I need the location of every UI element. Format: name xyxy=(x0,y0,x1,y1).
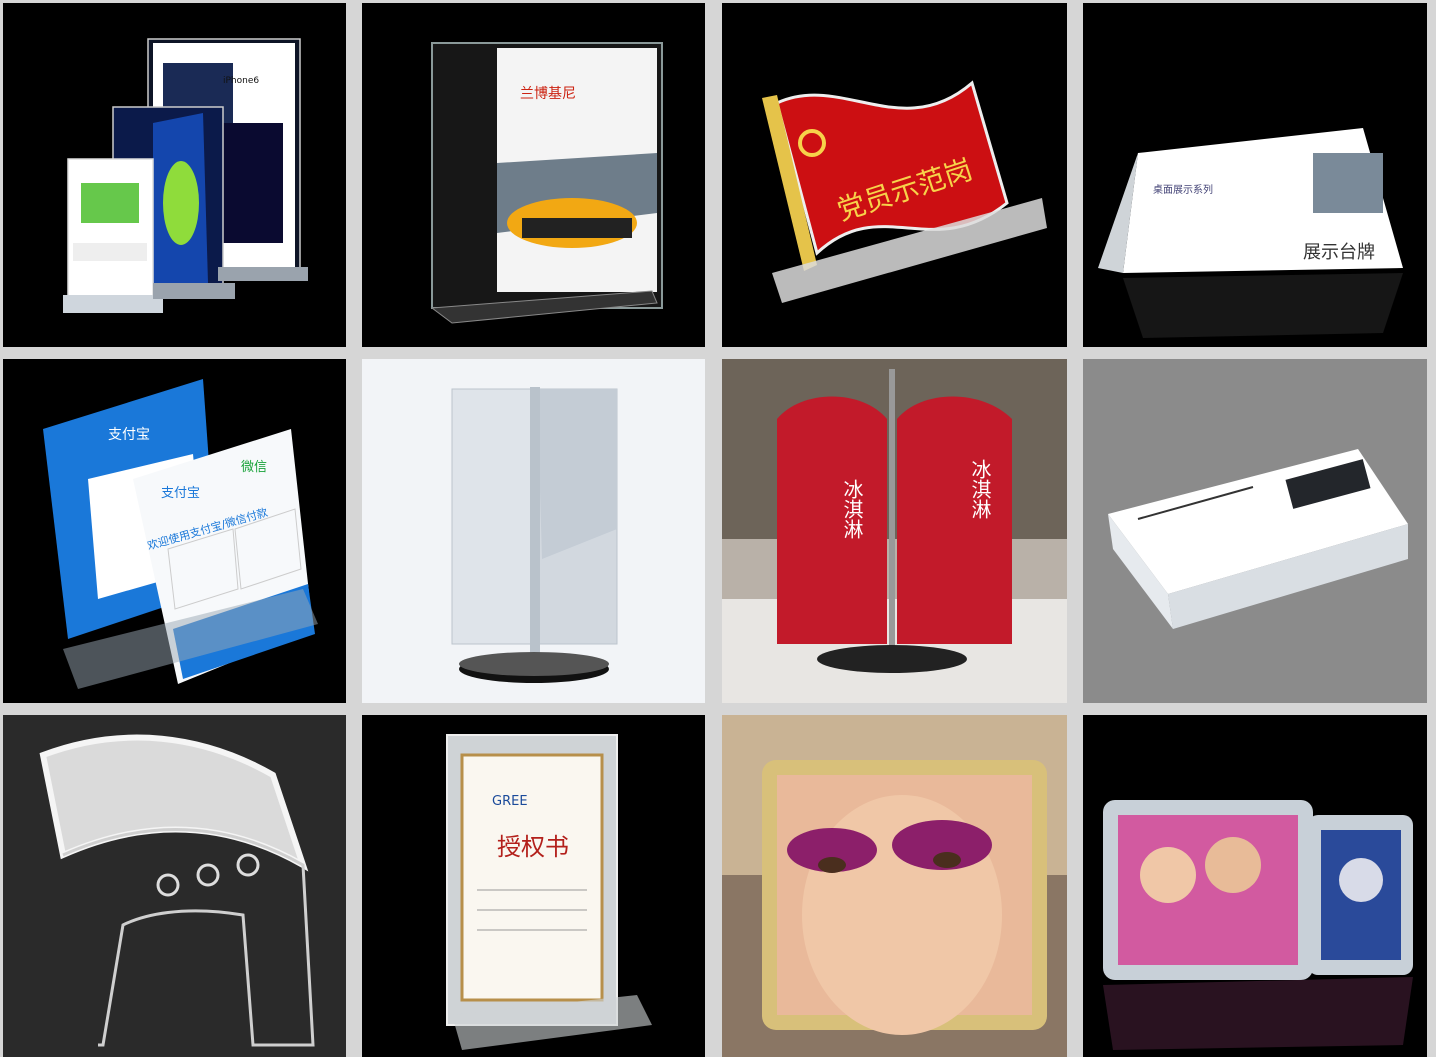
tile-photo-block xyxy=(722,715,1067,1057)
car-brand-label: 兰博基尼 xyxy=(520,85,576,102)
couple-photo-image xyxy=(1103,800,1413,1050)
tile-certificate-frame: GREE 授权书 xyxy=(362,715,705,1057)
tile-block-holder xyxy=(1083,359,1427,703)
tile-flag-sign: 党员示范岗 xyxy=(722,3,1067,347)
t-stand-image: 兰博基尼 xyxy=(430,42,663,324)
menu-left-label: 冰淇淋 xyxy=(840,479,864,539)
tile-tent-card: 桌面展示系列 展示台牌 xyxy=(1083,3,1427,347)
tile-poster-stands: iPhone6 xyxy=(3,3,346,347)
curved-stand-image xyxy=(39,734,315,1047)
flag-sign-image: 党员示范岗 xyxy=(762,80,1047,303)
alipay-label: 支付宝 xyxy=(161,486,200,501)
photo-block-image xyxy=(722,715,1067,1035)
tent-card-image: 桌面展示系列 展示台牌 xyxy=(1098,128,1403,338)
wechat-label: 微信 xyxy=(241,460,267,475)
alipay-label-back: 支付宝 xyxy=(108,427,150,443)
iphone-label: iPhone6 xyxy=(223,76,259,86)
tile-t-stand: 兰博基尼 xyxy=(362,3,705,347)
menu-right-label: 冰淇淋 xyxy=(968,459,992,519)
tile-curved-stand xyxy=(3,715,346,1057)
block-holder-image xyxy=(1108,449,1408,629)
tile-rotating-stand xyxy=(362,359,705,703)
certificate-title: 授权书 xyxy=(497,833,569,861)
gree-logo: GREE xyxy=(492,794,528,809)
rotating-stand-image xyxy=(451,387,618,683)
payment-holders-image: 支付宝 支付宝 微信 欢迎使用支付宝/微信付款 xyxy=(43,379,318,689)
poster-stands-image: iPhone6 xyxy=(63,38,308,313)
tile-menu-display: 冰淇淋 冰淇淋 xyxy=(722,359,1067,703)
tile-couple-photo xyxy=(1083,715,1427,1057)
display-name-label: 展示台牌 xyxy=(1303,242,1375,263)
tile-payment-holders: 支付宝 支付宝 微信 欢迎使用支付宝/微信付款 xyxy=(3,359,346,703)
certificate-frame-image: GREE 授权书 xyxy=(446,734,652,1050)
series-label: 桌面展示系列 xyxy=(1153,183,1213,196)
menu-display-image: 冰淇淋 冰淇淋 xyxy=(722,359,1067,703)
